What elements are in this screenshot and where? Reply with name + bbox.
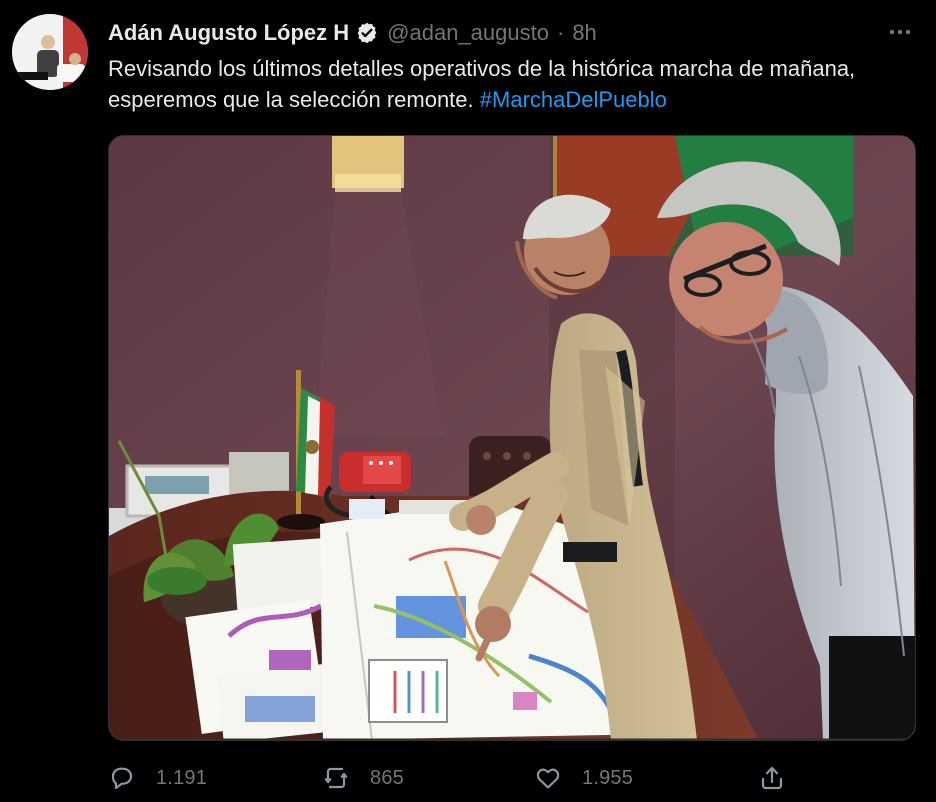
share-button[interactable]	[758, 762, 786, 794]
avatar-image	[12, 14, 88, 90]
heart-icon	[536, 768, 560, 789]
office-meeting-photo	[109, 136, 915, 740]
time-separator: ·	[556, 20, 565, 45]
tweet-time[interactable]: 8h	[572, 19, 596, 47]
author-name[interactable]: Adán Augusto López H	[108, 19, 349, 47]
like-count: 1.955	[582, 766, 634, 789]
like-button[interactable]: 1.955	[534, 762, 633, 794]
tweet-card[interactable]: Adán Augusto López H @adan_augusto · 8h …	[0, 0, 936, 802]
tweet-actions: 1.191 865 1.955	[108, 762, 808, 794]
reply-count: 1.191	[156, 766, 208, 789]
share-icon	[761, 766, 783, 790]
hashtag-link[interactable]: #MarchaDelPueblo	[480, 87, 667, 112]
retweet-count: 865	[370, 766, 404, 789]
reply-button[interactable]: 1.191	[108, 762, 207, 794]
reply-icon	[111, 767, 133, 790]
tweet-header: Adán Augusto López H @adan_augusto · 8h	[108, 18, 597, 48]
more-horizontal-icon	[889, 29, 911, 35]
author-handle[interactable]: @adan_augusto	[387, 19, 549, 47]
verified-badge-icon	[355, 21, 379, 45]
tweet-text: Revisando los últimos detalles operativo…	[108, 53, 898, 115]
more-options-button[interactable]	[886, 18, 914, 46]
retweet-button[interactable]: 865	[322, 762, 404, 794]
tweet-photo[interactable]	[108, 135, 916, 741]
retweet-icon	[324, 767, 348, 789]
avatar[interactable]	[12, 14, 88, 90]
